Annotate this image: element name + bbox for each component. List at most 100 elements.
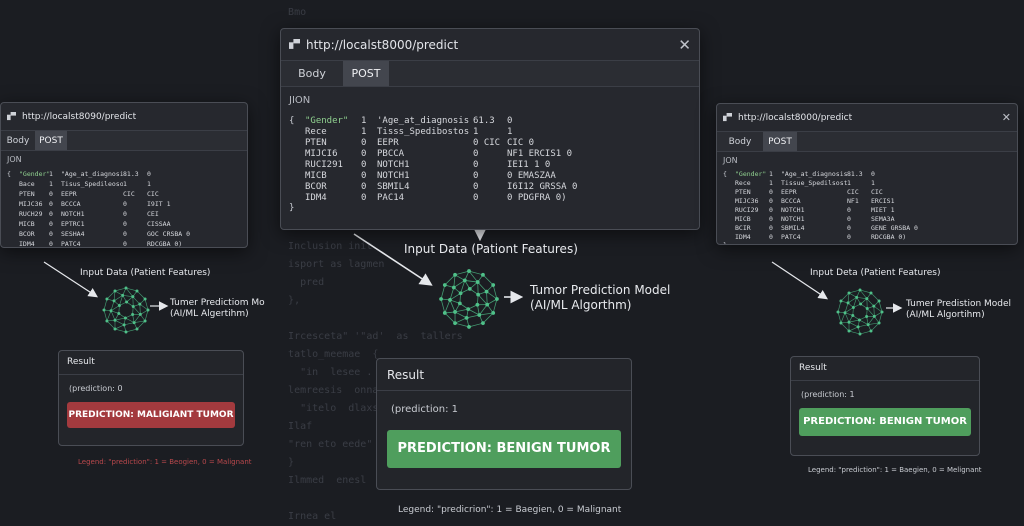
- network-link: [867, 316, 875, 325]
- json-cell: 0: [769, 197, 773, 205]
- close-icon[interactable]: ✕: [678, 36, 691, 54]
- model-caption-line2: (AI/ML Algorthm): [530, 298, 632, 312]
- network-node: [481, 272, 485, 277]
- tab-body[interactable]: Body: [281, 61, 343, 86]
- json-cell: 0: [769, 233, 773, 241]
- json-cell: CIC 0: [507, 138, 535, 148]
- network-link: [840, 322, 850, 332]
- tab-post[interactable]: POST: [343, 61, 389, 86]
- json-cell: 1: [507, 127, 513, 137]
- network-node: [856, 325, 860, 329]
- network-link: [106, 320, 116, 330]
- prediction-badge[interactable]: PREDICTION: MALIGIANT TUMOR: [67, 402, 235, 428]
- json-cell: 'Age_at_diagnosis: [377, 116, 470, 126]
- network-link: [840, 312, 846, 324]
- json-cell: 0: [361, 160, 367, 170]
- network-node: [865, 297, 869, 301]
- network-node: [839, 321, 843, 325]
- network-link: [870, 292, 880, 302]
- network-link: [106, 310, 112, 322]
- network-link: [440, 284, 446, 300]
- network-node: [464, 315, 469, 320]
- network-node: [121, 293, 125, 297]
- network-link: [477, 281, 487, 292]
- result-title: Result: [791, 357, 979, 381]
- network-link: [453, 274, 456, 288]
- network-node: [457, 301, 462, 306]
- json-cell: 81.3: [847, 170, 863, 178]
- network-link: [856, 297, 867, 299]
- network-node: [847, 291, 851, 295]
- network-link: [106, 290, 116, 300]
- prediction-badge[interactable]: PREDICTION: BENIGN TUMOR: [387, 430, 621, 468]
- result-title: Result: [377, 359, 631, 391]
- json-cell: "Gender": [735, 170, 767, 178]
- network-link: [122, 295, 133, 297]
- network-node: [872, 314, 876, 318]
- network-link: [454, 311, 467, 319]
- json-cell: 0: [361, 182, 367, 192]
- network-node: [453, 321, 457, 326]
- network-link: [858, 324, 869, 328]
- json-cell: IEI1 1 0: [507, 160, 551, 170]
- network-node: [132, 321, 136, 325]
- network-link: [136, 290, 146, 300]
- json-cell: MIET 1: [871, 206, 895, 214]
- right-model-caption: Tumer Predistion Model (AI/ML Algortihm): [906, 299, 1011, 321]
- right-tabs: Body POST: [717, 132, 1017, 152]
- json-cell: 0 PDGFRA 0): [507, 193, 567, 203]
- network-node: [113, 289, 117, 293]
- network-node: [484, 289, 489, 294]
- center-input-caption: Input Data (Pationt Features): [404, 242, 578, 256]
- network-node: [877, 299, 881, 303]
- network-node: [117, 303, 121, 307]
- network-node: [131, 295, 135, 299]
- json-cell: 1: [361, 127, 367, 137]
- network-node: [491, 283, 496, 287]
- network-link: [124, 322, 135, 326]
- network-link: [482, 274, 494, 286]
- network-node: [836, 310, 840, 314]
- network-node: [866, 323, 870, 327]
- json-cell: 0 EMASZAA: [507, 171, 556, 181]
- json-cell: 0: [769, 215, 773, 223]
- json-cell: NOTCH1: [781, 215, 805, 223]
- network-link: [848, 289, 861, 294]
- network-link: [873, 306, 875, 317]
- json-cell: PAC14: [377, 193, 405, 203]
- tab-body[interactable]: Body: [717, 132, 763, 151]
- network-link: [132, 306, 141, 315]
- tab-post[interactable]: POST: [763, 132, 797, 151]
- json-cell: 1: [847, 179, 851, 187]
- right-legend: Legend: "prediction": 1 = Baegien, 0 = M…: [808, 466, 982, 474]
- json-cell: I6I12 GRSSA 0: [507, 182, 578, 192]
- json-cell: 0: [473, 193, 479, 203]
- json-cell: 0: [473, 149, 479, 159]
- network-node: [846, 301, 850, 305]
- json-cell: CIC: [871, 188, 883, 196]
- json-cell: EEPR: [377, 138, 399, 148]
- network-node: [851, 313, 855, 317]
- network-link: [114, 319, 125, 326]
- model-caption-line1: Tumer Predictiom Mo: [170, 298, 265, 308]
- network-link: [114, 328, 127, 333]
- model-caption-line2: (AI/ML Algortihm): [906, 310, 985, 320]
- prediction-text: (prediction: 1: [391, 404, 458, 415]
- network-link: [440, 298, 446, 314]
- network-node: [877, 321, 881, 325]
- network-link: [103, 298, 108, 311]
- json-cell: RDCGBA 0): [871, 233, 907, 241]
- close-icon[interactable]: ✕: [1002, 111, 1011, 124]
- json-cell: EEPR: [781, 188, 797, 196]
- json-cell: PATC4: [781, 233, 801, 241]
- prediction-badge[interactable]: PREDICTION: BENIGN TUMOR: [799, 408, 971, 436]
- network-node: [143, 297, 147, 301]
- network-node: [872, 304, 876, 308]
- network-node: [442, 311, 447, 315]
- center-legend: Legend: "predicrion": 1 = Baegien, 0 = M…: [398, 505, 622, 515]
- json-cell: 0: [473, 160, 479, 170]
- network-node: [442, 283, 447, 287]
- network-node: [869, 291, 873, 295]
- brace-close: }: [723, 241, 727, 245]
- json-label: JION: [289, 95, 311, 106]
